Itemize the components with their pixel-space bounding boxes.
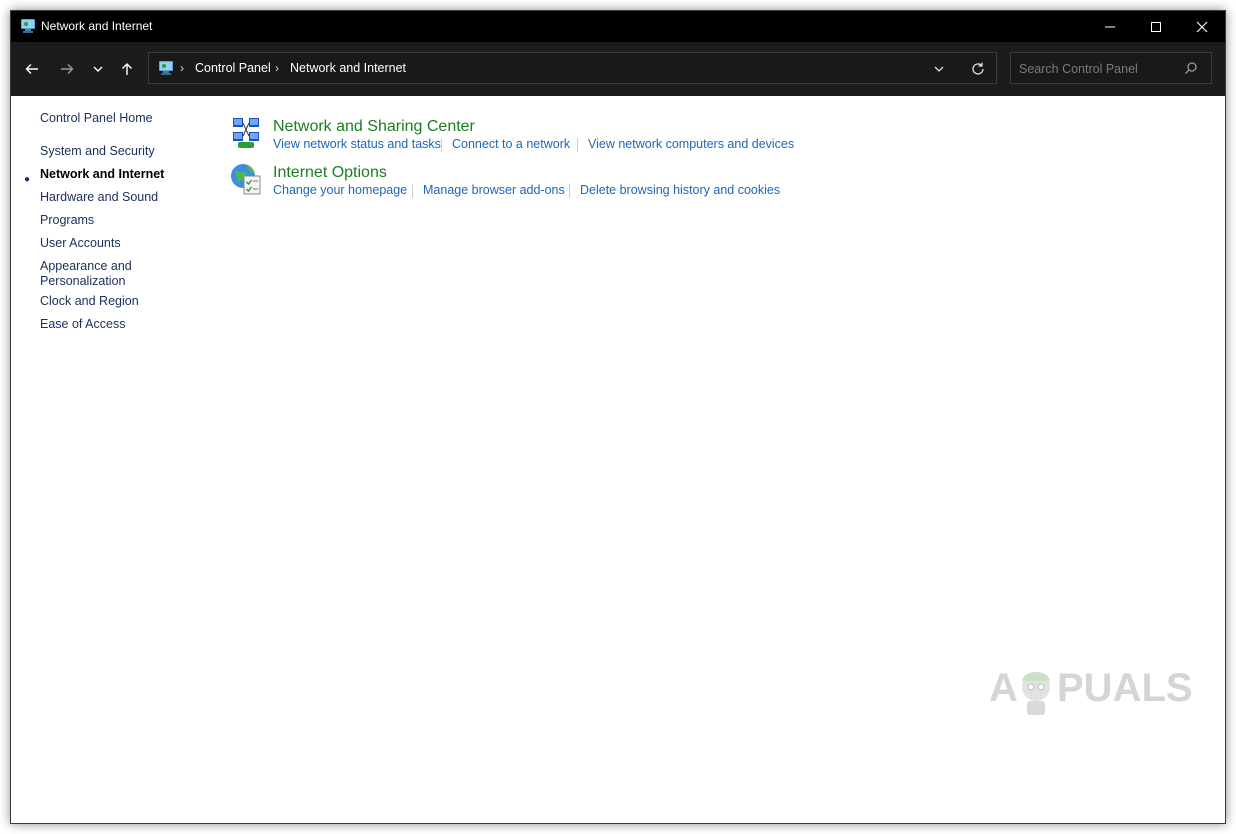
appuals-watermark-logo: A PUALS: [989, 666, 1193, 715]
sidebar-item-appearance-and-personalization[interactable]: Appearance and Personalization: [40, 259, 140, 289]
sidebar-item-system-and-security[interactable]: System and Security: [40, 144, 190, 159]
breadcrumb-control-panel[interactable]: Control Panel: [195, 61, 271, 75]
network-sharing-icon[interactable]: [229, 116, 263, 150]
chevron-down-icon: [93, 66, 103, 72]
breadcrumb-network-and-internet[interactable]: Network and Internet: [290, 61, 406, 75]
svg-text:PUALS: PUALS: [1057, 666, 1193, 710]
breadcrumb-separator-icon: ›: [275, 61, 279, 75]
view-network-computers-link[interactable]: View network computers and devices: [588, 137, 794, 151]
view-network-status-link[interactable]: View network status and tasks: [273, 137, 441, 151]
sidebar-item-user-accounts[interactable]: User Accounts: [40, 236, 190, 251]
address-dropdown-button[interactable]: [931, 61, 947, 77]
sidebar-item-hardware-and-sound[interactable]: Hardware and Sound: [40, 190, 190, 205]
sidebar-item-clock-and-region[interactable]: Clock and Region: [40, 294, 190, 309]
search-input[interactable]: [1011, 53, 1191, 85]
sidebar-item-programs[interactable]: Programs: [40, 213, 190, 228]
svg-text:A: A: [989, 666, 1018, 710]
delete-browsing-history-link[interactable]: Delete browsing history and cookies: [580, 183, 780, 197]
connect-to-network-link[interactable]: Connect to a network: [452, 137, 570, 151]
internet-options-icon[interactable]: [229, 162, 263, 196]
search-icon[interactable]: [1184, 61, 1198, 75]
recent-locations-button[interactable]: [85, 56, 111, 82]
refresh-button[interactable]: [969, 60, 987, 78]
window-title: Network and Internet: [41, 19, 153, 33]
control-panel-window: Network and Internet › Control Panel › N…: [10, 10, 1226, 824]
arrow-left-icon: [25, 64, 38, 74]
breadcrumb-separator-icon: ›: [180, 61, 184, 75]
arrow-up-icon: [122, 63, 132, 75]
internet-options-link[interactable]: Internet Options: [273, 164, 387, 182]
control-panel-icon: [157, 59, 175, 77]
title-bar[interactable]: Network and Internet: [11, 11, 1225, 42]
arrow-right-icon: [61, 64, 74, 74]
chevron-down-icon: [934, 66, 944, 72]
close-button[interactable]: [1179, 11, 1225, 42]
control-panel-icon: [19, 17, 37, 35]
task-divider: [441, 138, 442, 152]
sidebar-item-network-and-internet[interactable]: Network and Internet: [40, 167, 190, 182]
back-button[interactable]: [19, 56, 45, 82]
up-button[interactable]: [114, 56, 140, 82]
active-bullet-icon: ●: [24, 174, 31, 185]
task-divider: [569, 184, 570, 198]
refresh-icon: [972, 62, 984, 75]
minimize-button[interactable]: [1087, 11, 1133, 42]
address-bar[interactable]: › Control Panel › Network and Internet: [148, 52, 997, 84]
navigation-bar: › Control Panel › Network and Internet: [11, 42, 1225, 96]
task-divider: [577, 138, 578, 152]
sidebar-control-panel-home[interactable]: Control Panel Home: [40, 111, 190, 126]
search-box[interactable]: [1010, 52, 1212, 85]
change-homepage-link[interactable]: Change your homepage: [273, 183, 407, 197]
forward-button[interactable]: [54, 56, 80, 82]
network-and-sharing-center-link[interactable]: Network and Sharing Center: [273, 118, 475, 136]
sidebar-item-ease-of-access[interactable]: Ease of Access: [40, 317, 190, 332]
manage-browser-addons-link[interactable]: Manage browser add-ons: [423, 183, 565, 197]
task-divider: [412, 184, 413, 198]
maximize-button[interactable]: [1133, 11, 1179, 42]
